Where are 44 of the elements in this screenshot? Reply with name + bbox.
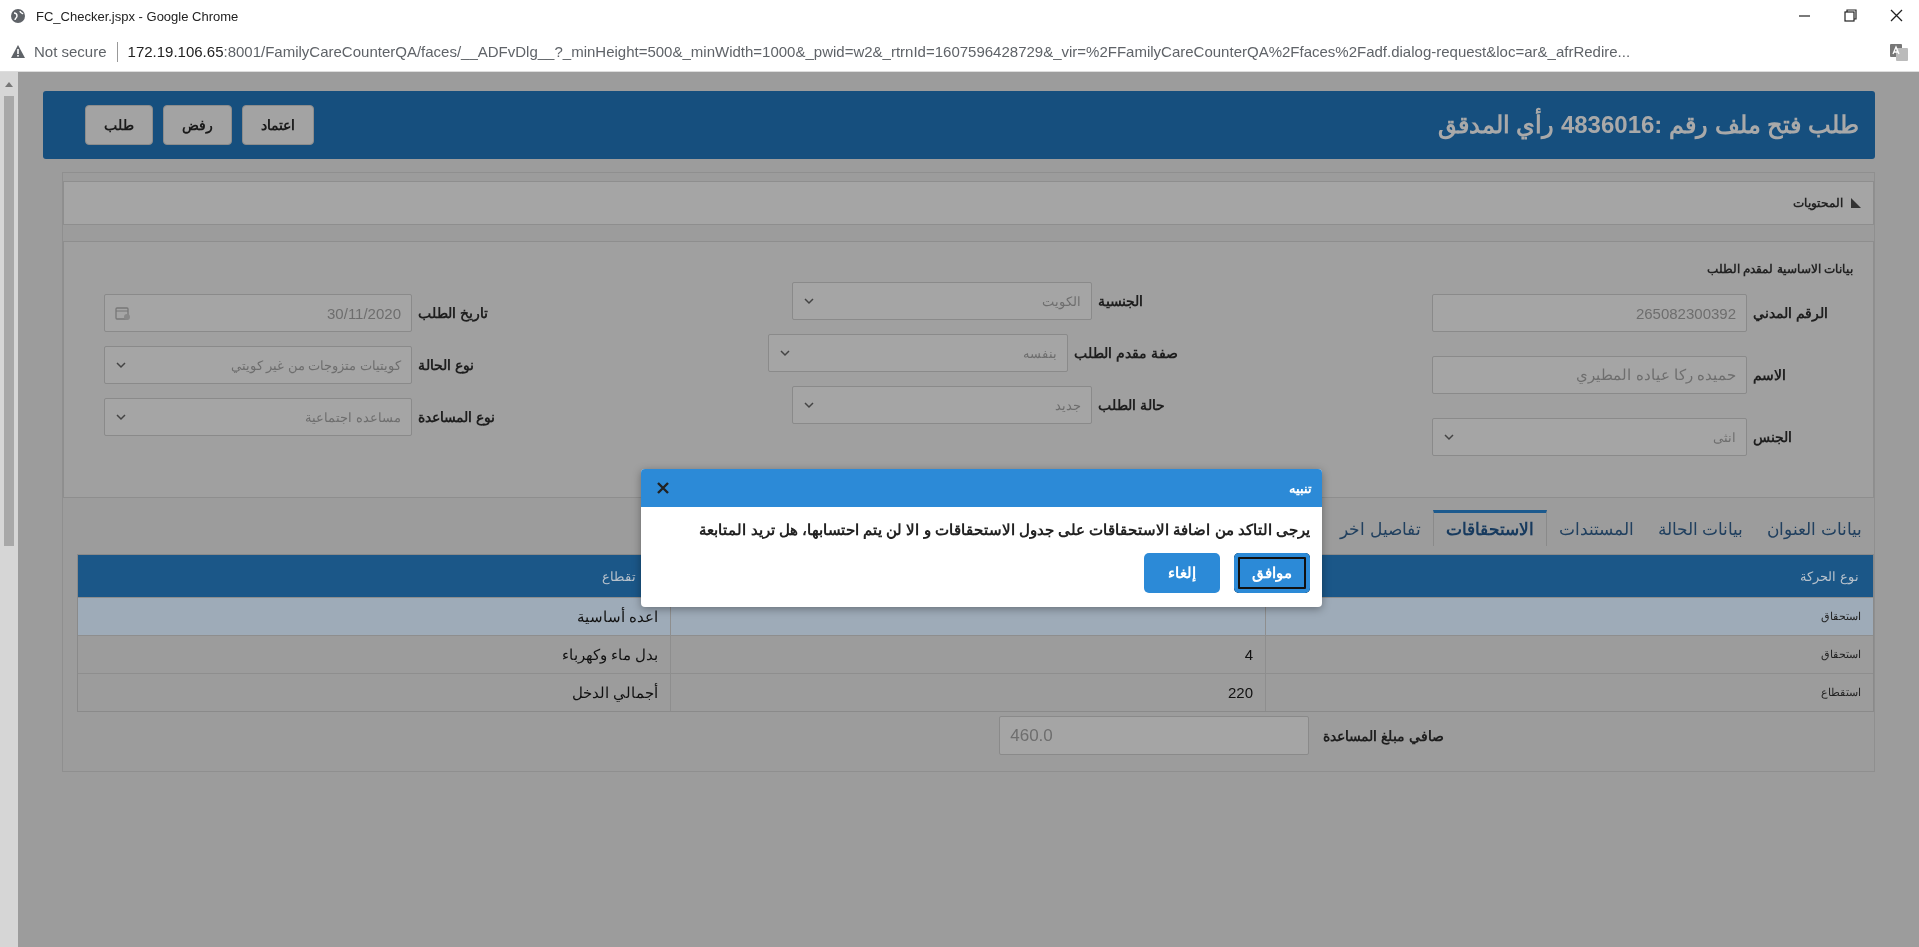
tab[interactable]: تفاصيل اخر	[1327, 510, 1433, 546]
column-header: تقطاع	[602, 568, 636, 584]
scrollbar-thumb[interactable]	[4, 96, 14, 546]
chevron-down-icon[interactable]	[802, 401, 815, 409]
tab[interactable]: بيانات العنوان	[1755, 510, 1874, 546]
chevron-down-icon[interactable]	[1443, 433, 1455, 441]
window-title: FC_Checker.jspx - Google Chrome	[36, 8, 239, 24]
tab[interactable]: بيانات الحالة	[1645, 510, 1756, 546]
globe-icon	[10, 8, 26, 24]
dialog-button[interactable]: موافق	[1234, 553, 1310, 593]
column-header: نوع الحركة	[1800, 568, 1859, 584]
chevron-down-icon[interactable]	[779, 349, 792, 357]
field-label: نوع المساعدة	[418, 409, 496, 425]
dialog-title: تنبيه	[1289, 480, 1312, 496]
field-label: صافي مبلغ المساعدة	[1323, 727, 1444, 744]
field-label: تاريخ الطلب	[418, 305, 489, 321]
tab[interactable]: المستندات	[1546, 510, 1646, 546]
chevron-down-icon[interactable]	[115, 413, 127, 421]
contents-bar[interactable]: المحتويات	[63, 181, 1874, 225]
field-label: الجنس	[1753, 429, 1793, 445]
triangle-icon[interactable]	[1851, 198, 1861, 208]
warning-icon[interactable]	[10, 43, 26, 60]
dialog-message: يرجى التاكد من اضافة الاستحقاقات على جدول الاستحقاقات و الا لن يتم احتسابها، هل تريد المتابعة	[698, 521, 1310, 539]
scroll-up-icon[interactable]	[4, 80, 14, 88]
field-label: الرقم المدني	[1753, 305, 1829, 321]
translate-icon[interactable]	[1889, 41, 1909, 62]
header-button[interactable]: طلب	[85, 105, 153, 145]
field-label: نوع الحالة	[418, 357, 475, 373]
header-button[interactable]: رفض	[163, 105, 232, 145]
security-label[interactable]: Not secure	[34, 43, 107, 60]
tab[interactable]: الاستحقاقات	[1432, 510, 1547, 546]
chevron-down-icon[interactable]	[802, 297, 815, 305]
url-field[interactable]: 172.19.106.65:8001/FamilyCareCounterQA/faces/__ADFvDlg__?_minHeight=500&_minWidth=1000&_pwid=w2&_rtrnId=1607596428729&_vir=%2FFamilyCareCounterQA%2Ffaces%2Fadf.dialog-request&loc=ar&_afrRedire...	[127, 43, 1881, 60]
field-label: حالة الطلب	[1097, 397, 1166, 413]
header-button[interactable]: اعتماد	[242, 105, 314, 145]
field-label: الاسم	[1753, 367, 1787, 383]
table-row[interactable]: استحقاق اعده أساسية	[78, 597, 1873, 635]
section-title: بيانات الاساسية لمقدم الطلب	[1706, 262, 1853, 276]
scrollbar[interactable]	[0, 72, 18, 947]
field-label: الجنسية	[1097, 293, 1144, 309]
contents-label[interactable]: المحتويات	[1793, 196, 1843, 210]
field-label: صفة مقدم الطلب	[1074, 345, 1178, 361]
chevron-down-icon[interactable]	[115, 361, 127, 369]
dialog-button[interactable]: إلغاء	[1144, 553, 1220, 593]
